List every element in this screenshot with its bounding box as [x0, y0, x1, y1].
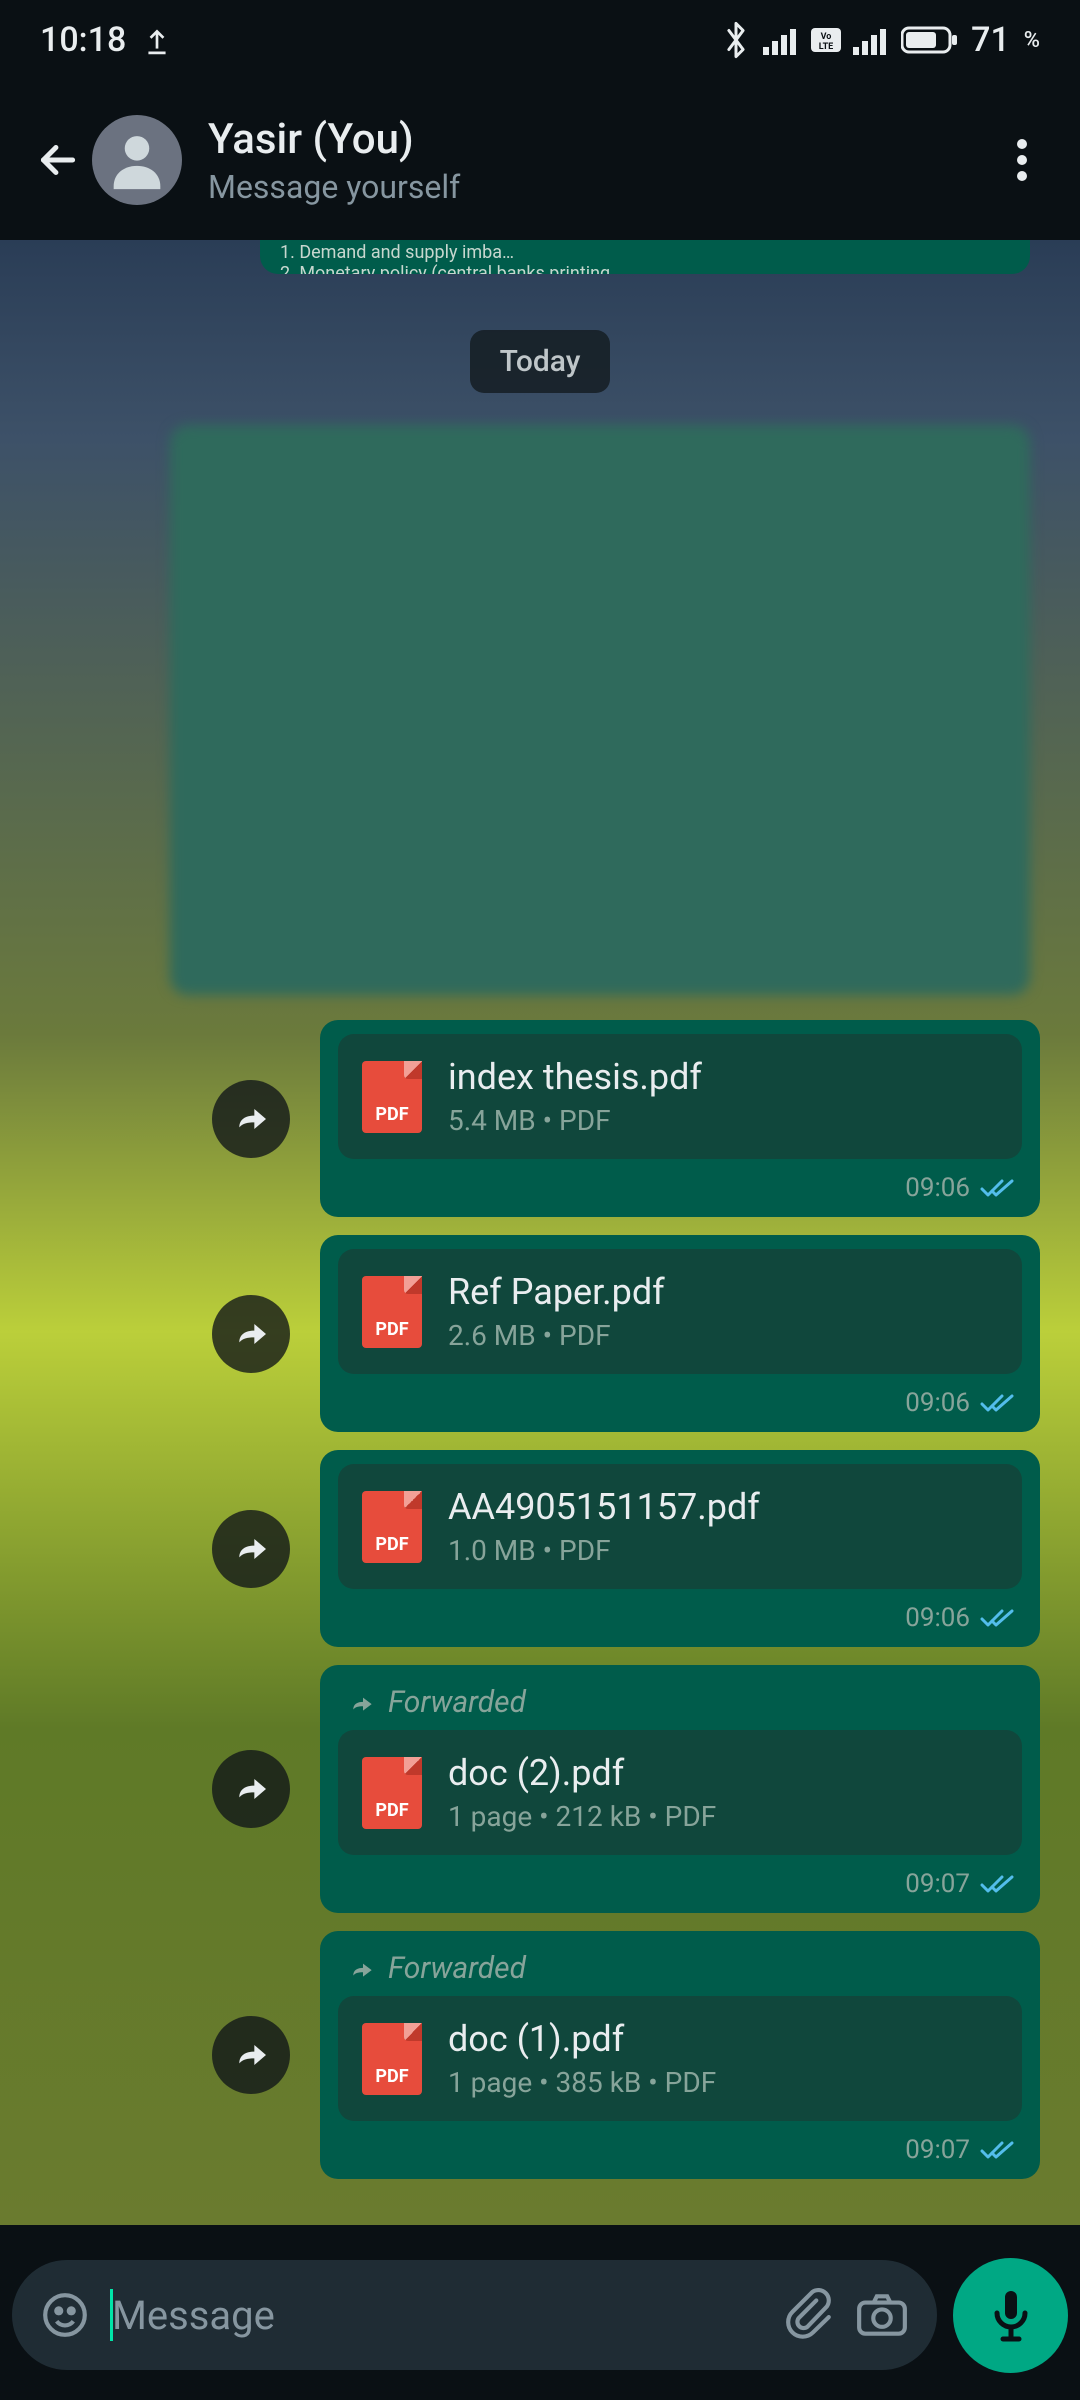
message-row: Forwarded PDF doc (1).pdf 1 page • 385 k… [0, 1931, 1040, 2179]
document-meta: 5.4 MB • PDF [448, 1104, 702, 1137]
document-meta: 1 page • 385 kB • PDF [448, 2066, 716, 2099]
forwarded-tag: Forwarded [338, 1945, 1022, 1996]
battery-percent-sign: % [1024, 28, 1040, 53]
prev-line-2: 2. Monetary policy (central banks printi… [280, 263, 1010, 274]
upload-indicator-icon [144, 25, 170, 55]
app-bar: Yasir (You) Message yourself [0, 80, 1080, 240]
chat-subtitle: Message yourself [208, 168, 992, 206]
more-options-button[interactable] [992, 130, 1052, 190]
pdf-file-icon: PDF [362, 1061, 422, 1133]
forward-message-button[interactable] [212, 1295, 290, 1373]
document-name: doc (1).pdf [448, 2018, 716, 2060]
forwarded-icon [350, 1958, 376, 1980]
bluetooth-icon [721, 21, 751, 59]
document-meta: 1 page • 212 kB • PDF [448, 1800, 716, 1833]
message-bubble[interactable]: PDF Ref Paper.pdf 2.6 MB • PDF 09:06 [320, 1235, 1040, 1432]
read-receipt-icon [980, 1177, 1014, 1199]
back-button[interactable] [28, 130, 88, 190]
read-receipt-icon [980, 1607, 1014, 1629]
pdf-file-icon: PDF [362, 1491, 422, 1563]
message-bubble[interactable]: PDF AA4905151157.pdf 1.0 MB • PDF 09:06 [320, 1450, 1040, 1647]
message-time: 09:06 [905, 1173, 970, 1203]
chat-title: Yasir (You) [208, 115, 992, 164]
messages-list: PDF index thesis.pdf 5.4 MB • PDF 09:06 [0, 1020, 1080, 2179]
document-attachment[interactable]: PDF AA4905151157.pdf 1.0 MB • PDF [338, 1464, 1022, 1589]
battery-percent: 71 [971, 20, 1010, 60]
message-bubble[interactable]: PDF index thesis.pdf 5.4 MB • PDF 09:06 [320, 1020, 1040, 1217]
document-meta: 1.0 MB • PDF [448, 1534, 760, 1567]
document-name: index thesis.pdf [448, 1056, 702, 1098]
message-row: Forwarded PDF doc (2).pdf 1 page • 212 k… [0, 1665, 1040, 1913]
signal-2-icon [853, 25, 889, 55]
message-row: PDF Ref Paper.pdf 2.6 MB • PDF 09:06 [0, 1235, 1040, 1432]
camera-icon[interactable] [855, 2292, 909, 2338]
status-bar: 10:18 VoLTE 71% [0, 0, 1080, 80]
forward-message-button[interactable] [212, 1080, 290, 1158]
attach-icon[interactable] [783, 2288, 833, 2342]
voice-record-button[interactable] [953, 2258, 1068, 2373]
document-name: doc (2).pdf [448, 1752, 716, 1794]
forwarded-icon [350, 1692, 376, 1714]
message-time: 09:06 [905, 1388, 970, 1418]
document-name: AA4905151157.pdf [448, 1486, 760, 1528]
forwarded-label: Forwarded [388, 1685, 526, 1720]
message-time: 09:07 [905, 2135, 970, 2165]
document-name: Ref Paper.pdf [448, 1271, 665, 1313]
document-attachment[interactable]: PDF index thesis.pdf 5.4 MB • PDF [338, 1034, 1022, 1159]
read-receipt-icon [980, 2139, 1014, 2161]
document-attachment[interactable]: PDF Ref Paper.pdf 2.6 MB • PDF [338, 1249, 1022, 1374]
document-attachment[interactable]: PDF doc (1).pdf 1 page • 385 kB • PDF [338, 1996, 1022, 2121]
message-bubble[interactable]: Forwarded PDF doc (2).pdf 1 page • 212 k… [320, 1665, 1040, 1913]
pdf-file-icon: PDF [362, 1757, 422, 1829]
message-placeholder: Message [112, 2292, 761, 2339]
message-time: 09:07 [905, 1869, 970, 1899]
emoji-icon[interactable] [40, 2290, 90, 2340]
pdf-file-icon: PDF [362, 2023, 422, 2095]
document-attachment[interactable]: PDF doc (2).pdf 1 page • 212 kB • PDF [338, 1730, 1022, 1855]
status-time: 10:18 [40, 20, 126, 60]
svg-text:LTE: LTE [819, 42, 834, 52]
document-meta: 2.6 MB • PDF [448, 1319, 665, 1352]
forward-message-button[interactable] [212, 2016, 290, 2094]
read-receipt-icon [980, 1392, 1014, 1414]
forwarded-label: Forwarded [388, 1951, 526, 1986]
redacted-message[interactable] [170, 425, 1030, 995]
message-row: PDF AA4905151157.pdf 1.0 MB • PDF 09:06 [0, 1450, 1040, 1647]
pdf-file-icon: PDF [362, 1276, 422, 1348]
date-chip: Today [470, 330, 611, 393]
forwarded-tag: Forwarded [338, 1679, 1022, 1730]
text-cursor [110, 2289, 113, 2341]
svg-text:Vo: Vo [821, 32, 832, 42]
previous-message-partial[interactable]: 1. Demand and supply imba… 2. Monetary p… [260, 240, 1030, 274]
forward-message-button[interactable] [212, 1510, 290, 1588]
volte-icon: VoLTE [811, 28, 841, 52]
chat-header-text[interactable]: Yasir (You) Message yourself [208, 115, 992, 206]
chat-area[interactable]: 1. Demand and supply imba… 2. Monetary p… [0, 240, 1080, 2225]
read-receipt-icon [980, 1873, 1014, 1895]
prev-line-1: 1. Demand and supply imba… [280, 242, 514, 263]
avatar[interactable] [92, 115, 182, 205]
forward-message-button[interactable] [212, 1750, 290, 1828]
input-bar: Message [12, 2255, 1068, 2375]
message-row: PDF index thesis.pdf 5.4 MB • PDF 09:06 [0, 1020, 1040, 1217]
battery-icon [901, 25, 959, 55]
message-input[interactable]: Message [12, 2260, 937, 2370]
message-time: 09:06 [905, 1603, 970, 1633]
message-bubble[interactable]: Forwarded PDF doc (1).pdf 1 page • 385 k… [320, 1931, 1040, 2179]
signal-1-icon [763, 25, 799, 55]
